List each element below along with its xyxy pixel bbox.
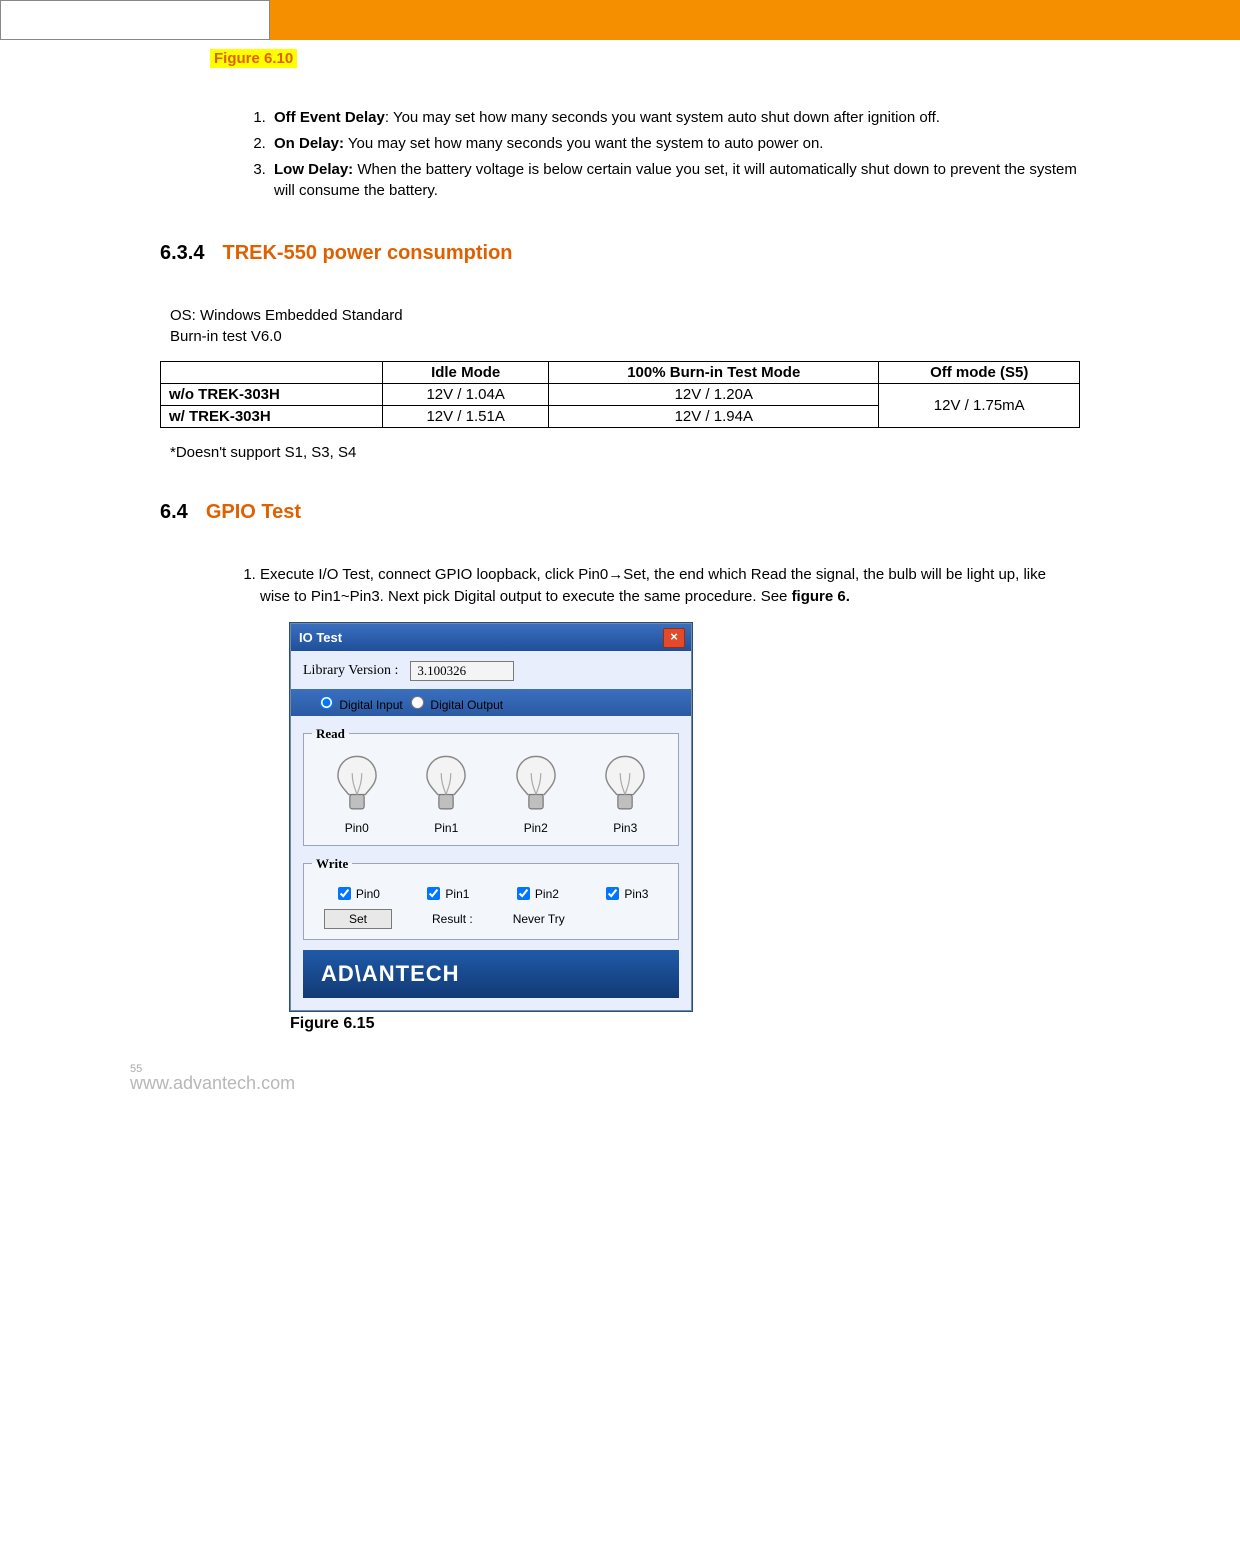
write-checkbox-row: Pin0 Pin1 Pin2 Pin3 — [312, 880, 670, 909]
bulb-icon — [601, 754, 649, 819]
term: Off Event Delay — [274, 109, 385, 126]
bulb-pin2: Pin2 — [501, 754, 571, 835]
io-test-screenshot: IO Test × Library Version : 3.100326 Dig… — [290, 623, 1080, 1033]
write-pin2[interactable]: Pin2 — [513, 884, 559, 903]
library-version-row: Library Version : 3.100326 — [303, 661, 679, 681]
cell-burn: 12V / 1.20A — [549, 384, 879, 406]
page-number: 55 — [130, 1063, 1240, 1075]
term-desc: You may set how many seconds you want th… — [344, 135, 823, 152]
set-row: Set Result : Never Try — [312, 909, 670, 929]
th-burn: 100% Burn-in Test Mode — [549, 362, 879, 384]
def-low-delay: Low Delay: When the battery voltage is b… — [270, 159, 1080, 203]
chk-label: Pin0 — [356, 887, 380, 901]
figure-6-10-label: Figure 6.10 — [210, 49, 297, 68]
pin-label: Pin0 — [322, 821, 392, 835]
row-label: w/ TREK-303H — [161, 406, 383, 428]
radio-label: Digital Output — [430, 698, 503, 712]
def-off-event-delay: Off Event Delay: You may set how many se… — [270, 107, 1080, 129]
section-number: 6.4 — [160, 501, 188, 523]
bulb-pin0: Pin0 — [322, 754, 392, 835]
write-pin1[interactable]: Pin1 — [423, 884, 469, 903]
write-pin1-checkbox[interactable] — [427, 887, 440, 900]
pin-label: Pin1 — [411, 821, 481, 835]
dialog-body: Library Version : 3.100326 Digital Input… — [291, 651, 691, 1010]
section-number: 6.3.4 — [160, 242, 204, 264]
cell-off-merged: 12V / 1.75mA — [879, 384, 1080, 428]
bulb-pin3: Pin3 — [590, 754, 660, 835]
close-icon[interactable]: × — [663, 628, 685, 648]
mode-radio-row: Digital Input Digital Output — [291, 689, 691, 716]
write-pin2-checkbox[interactable] — [517, 887, 530, 900]
write-pin3-checkbox[interactable] — [606, 887, 619, 900]
section-6-4-heading: 6.4 GPIO Test — [160, 501, 1080, 524]
th-idle: Idle Mode — [383, 362, 549, 384]
step-figure-ref: figure 6. — [792, 588, 850, 605]
cell-idle: 12V / 1.51A — [383, 406, 549, 428]
bulb-icon — [512, 754, 560, 819]
write-pin0[interactable]: Pin0 — [334, 884, 380, 903]
advantech-logo: AD\ANTECH — [321, 961, 460, 987]
chk-label: Pin2 — [535, 887, 559, 901]
page-content: Figure 6.10 Off Event Delay: You may set… — [0, 40, 1240, 1033]
write-pin0-checkbox[interactable] — [338, 887, 351, 900]
def-on-delay: On Delay: You may set how many seconds y… — [270, 133, 1080, 155]
digital-output-radio-input[interactable] — [411, 696, 424, 709]
footer-url: www.advantech.com — [130, 1073, 295, 1093]
bulb-pin1: Pin1 — [411, 754, 481, 835]
th-blank — [161, 362, 383, 384]
step-text: Execute I/O Test, connect GPIO loopback,… — [260, 566, 1046, 605]
th-off: Off mode (S5) — [879, 362, 1080, 384]
result-label: Result : — [432, 912, 473, 926]
digital-output-radio[interactable]: Digital Output — [406, 698, 503, 712]
pin-label: Pin3 — [590, 821, 660, 835]
cell-burn: 12V / 1.94A — [549, 406, 879, 428]
term-desc: When the battery voltage is below certai… — [274, 161, 1077, 200]
gpio-step-1: Execute I/O Test, connect GPIO loopback,… — [260, 564, 1080, 608]
digital-input-radio-input[interactable] — [320, 696, 333, 709]
library-version-value: 3.100326 — [410, 661, 514, 681]
read-group: Read Pin0 Pin1 — [303, 726, 679, 846]
library-version-label: Library Version : — [303, 663, 398, 679]
burnin-line: Burn-in test V6.0 — [170, 326, 1080, 347]
set-button[interactable]: Set — [324, 909, 392, 929]
gpio-steps: Execute I/O Test, connect GPIO loopback,… — [160, 564, 1080, 608]
section-title: TREK-550 power consumption — [222, 242, 512, 264]
read-legend: Read — [312, 726, 349, 742]
write-pin3[interactable]: Pin3 — [602, 884, 648, 903]
cell-idle: 12V / 1.04A — [383, 384, 549, 406]
support-note: *Doesn't support S1, S3, S4 — [170, 444, 1080, 461]
dialog-titlebar[interactable]: IO Test × — [291, 624, 691, 651]
radio-label: Digital Input — [339, 698, 402, 712]
definitions-list: Off Event Delay: You may set how many se… — [160, 107, 1080, 202]
figure-6-15-caption: Figure 6.15 — [290, 1015, 1080, 1033]
page-footer: 55 www.advantech.com — [0, 1063, 1240, 1094]
os-line: OS: Windows Embedded Standard — [170, 305, 1080, 326]
dialog-title: IO Test — [299, 630, 342, 645]
write-legend: Write — [312, 856, 352, 872]
pin-label: Pin2 — [501, 821, 571, 835]
advantech-brand-band: AD\ANTECH — [303, 950, 679, 998]
chk-label: Pin3 — [624, 887, 648, 901]
write-group: Write Pin0 Pin1 Pin2 Pin3 Set Result : N… — [303, 856, 679, 940]
top-orange-bar — [0, 0, 1240, 40]
bulb-icon — [422, 754, 470, 819]
chk-label: Pin1 — [445, 887, 469, 901]
bulb-icon — [333, 754, 381, 819]
table-row: w/o TREK-303H 12V / 1.04A 12V / 1.20A 12… — [161, 384, 1080, 406]
power-consumption-table: Idle Mode 100% Burn-in Test Mode Off mod… — [160, 361, 1080, 428]
io-test-dialog: IO Test × Library Version : 3.100326 Dig… — [290, 623, 692, 1011]
top-white-block — [0, 0, 270, 40]
result-value: Never Try — [513, 912, 565, 926]
os-info: OS: Windows Embedded Standard Burn-in te… — [170, 305, 1080, 347]
bulb-row: Pin0 Pin1 Pin2 — [312, 750, 670, 835]
section-6-3-4-heading: 6.3.4 TREK-550 power consumption — [160, 242, 1080, 265]
row-label: w/o TREK-303H — [161, 384, 383, 406]
term: On Delay: — [274, 135, 344, 152]
digital-input-radio[interactable]: Digital Input — [315, 698, 403, 712]
section-title: GPIO Test — [206, 501, 301, 523]
term: Low Delay: — [274, 161, 353, 178]
table-header-row: Idle Mode 100% Burn-in Test Mode Off mod… — [161, 362, 1080, 384]
term-desc: : You may set how many seconds you want … — [385, 109, 940, 126]
